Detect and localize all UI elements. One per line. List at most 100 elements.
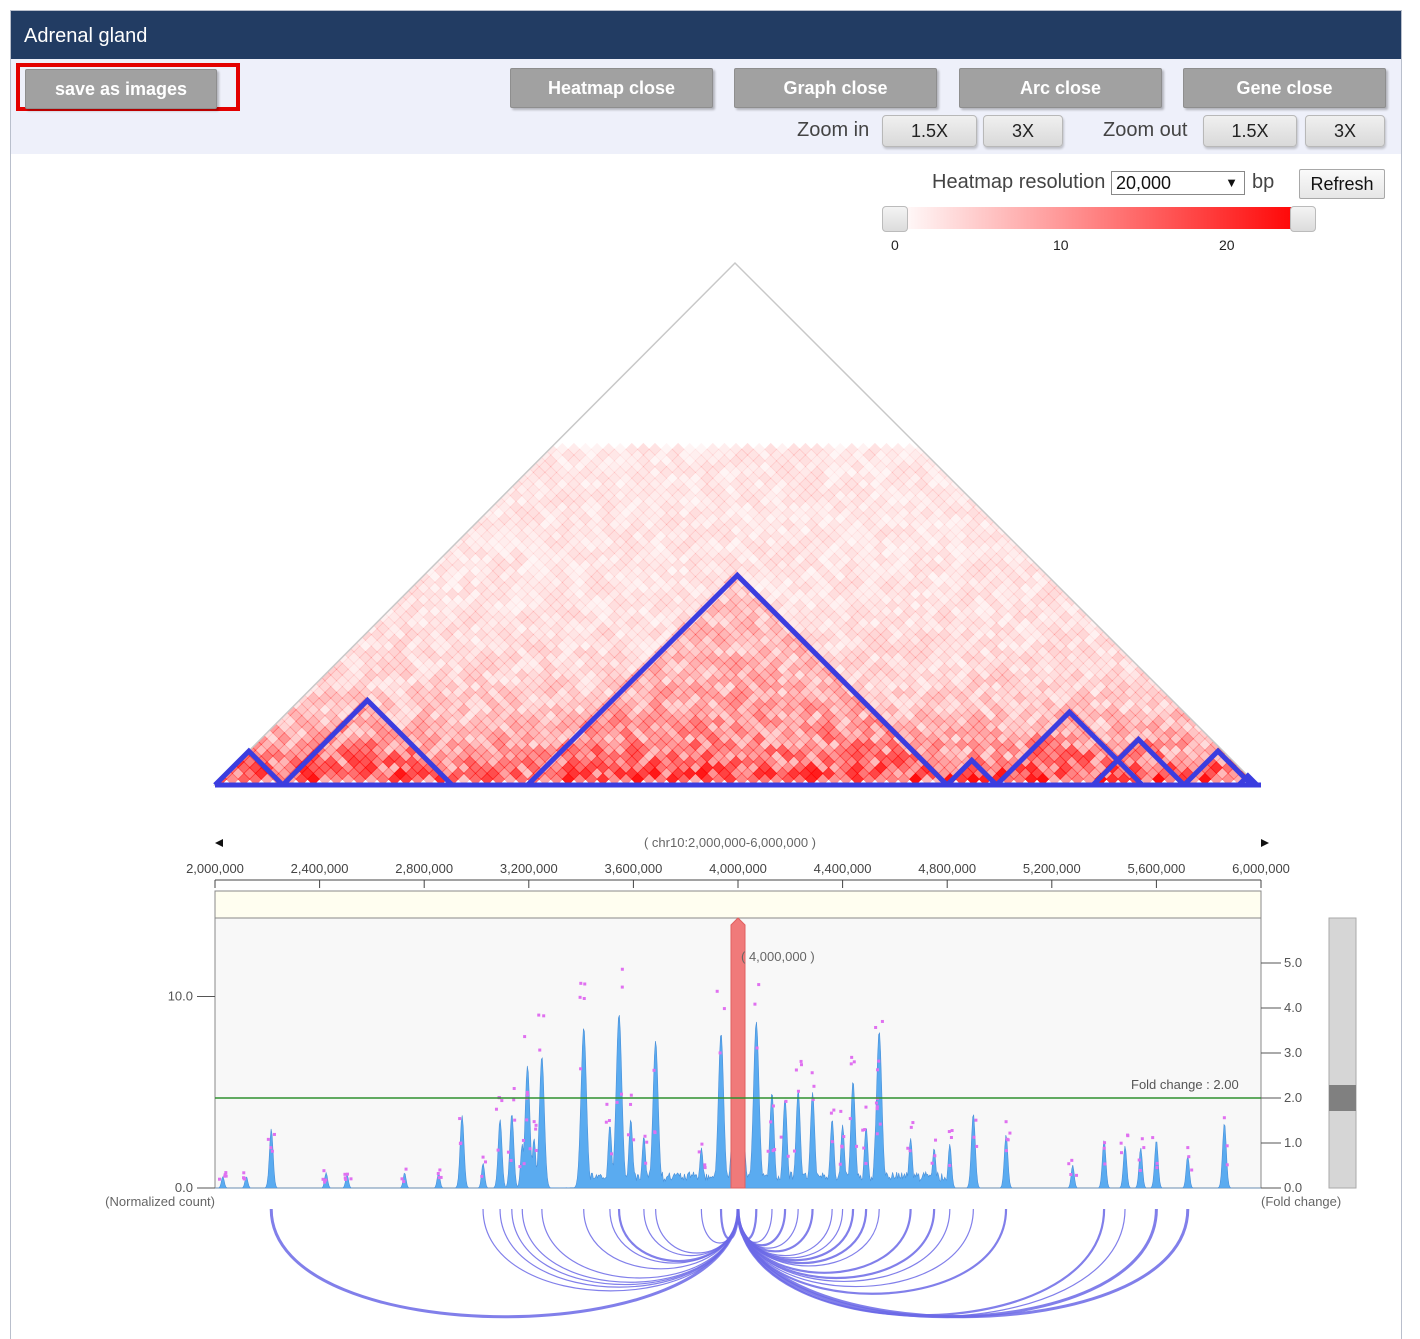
- fold-change-point: [242, 1171, 246, 1175]
- color-scale-slider[interactable]: [895, 207, 1305, 229]
- fold-change-point: [864, 1105, 868, 1109]
- fold-change-point: [243, 1177, 247, 1181]
- fold-change-point: [877, 1059, 881, 1063]
- fold-change-point: [855, 1144, 859, 1148]
- fold-change-point: [784, 1099, 788, 1103]
- fold-change-point: [786, 1154, 790, 1158]
- fold-change-point: [848, 1117, 852, 1121]
- fold-change-point: [1069, 1172, 1073, 1176]
- fold-change-point: [703, 1166, 707, 1170]
- fold-change-point: [878, 1122, 882, 1126]
- fold-change-point: [1075, 1173, 1079, 1177]
- fold-change-point: [875, 1132, 879, 1136]
- fold-change-point: [404, 1167, 408, 1171]
- heatmap-resolution-value: 20,000: [1116, 173, 1172, 193]
- scroll-right-icon[interactable]: [1261, 839, 1269, 847]
- zoom-in-3x-button[interactable]: 3X: [983, 115, 1063, 147]
- fold-change-point: [949, 1135, 953, 1139]
- threshold-label: Fold change : 2.00: [1131, 1077, 1239, 1092]
- fold-change-point: [643, 1134, 647, 1138]
- fold-change-point: [644, 1161, 648, 1165]
- gene-close-button[interactable]: Gene close: [1183, 68, 1386, 108]
- fold-change-point: [528, 1147, 532, 1151]
- fold-change-point: [1102, 1146, 1106, 1150]
- fold-change-point: [496, 1148, 500, 1152]
- fold-change-point: [909, 1125, 913, 1129]
- x-tick-label: 4,400,000: [814, 861, 872, 876]
- vertical-scrollbar[interactable]: [1328, 917, 1357, 1189]
- heatmap-close-button[interactable]: Heatmap close: [510, 68, 713, 108]
- fold-change-point: [1140, 1137, 1144, 1141]
- interaction-track: ( chr10:2,000,000-6,000,000 ) 2,000,000 2…: [105, 835, 1357, 1319]
- heatmap-resolution-select[interactable]: 20,000 ▼: [1111, 171, 1245, 195]
- fold-change-point: [604, 1120, 608, 1124]
- slider-max-handle[interactable]: [1290, 206, 1316, 232]
- fold-change-point: [512, 1087, 516, 1091]
- fold-change-point: [779, 1135, 783, 1139]
- zoom-out-1-5x-button[interactable]: 1.5X: [1203, 115, 1297, 147]
- fold-change-point: [1126, 1133, 1130, 1137]
- right-axis-label: 4.0: [1284, 1000, 1302, 1015]
- interaction-arc: [541, 1208, 739, 1279]
- zoom-in-1-5x-button[interactable]: 1.5X: [882, 115, 977, 147]
- fold-change-point: [1103, 1162, 1107, 1166]
- x-tick-label: 3,200,000: [500, 861, 558, 876]
- fold-change-point: [629, 1102, 633, 1106]
- fold-change-point: [272, 1132, 276, 1136]
- right-axis-title: (Fold change): [1261, 1194, 1341, 1209]
- zoom-in-label: Zoom in: [797, 119, 870, 141]
- heatmap-resolution-label: Heatmap resolution: [932, 171, 1106, 193]
- chevron-down-icon: ▼: [1225, 175, 1238, 190]
- fold-change-point: [863, 1128, 867, 1132]
- fold-change-point: [838, 1162, 842, 1166]
- fold-change-point: [223, 1173, 227, 1177]
- fold-change-point: [753, 1002, 757, 1006]
- fold-change-point: [509, 1158, 513, 1162]
- save-as-images-button[interactable]: save as images: [25, 69, 217, 109]
- fold-change-point: [799, 1059, 803, 1063]
- fold-change-point: [402, 1180, 406, 1184]
- graph-close-button[interactable]: Graph close: [734, 68, 937, 108]
- fold-change-point: [518, 1165, 522, 1169]
- refresh-button[interactable]: Refresh: [1299, 169, 1385, 199]
- fold-change-point: [874, 1101, 878, 1105]
- fold-change-point: [458, 1117, 462, 1121]
- fold-change-point: [773, 1148, 777, 1152]
- fold-change-point: [911, 1121, 915, 1125]
- x-tick-label: 3,600,000: [604, 861, 662, 876]
- fold-change-point: [880, 1019, 884, 1023]
- fold-change-point: [1138, 1168, 1142, 1172]
- fold-change-point: [974, 1118, 978, 1122]
- adrenal-gland-panel: Adrenal gland save as images Heatmap clo…: [10, 10, 1402, 1339]
- scrollbar-thumb[interactable]: [1329, 1085, 1356, 1111]
- fold-change-point: [930, 1161, 934, 1165]
- fold-change-point: [522, 1162, 526, 1166]
- interaction-arc: [482, 1208, 739, 1292]
- fold-change-point: [579, 1067, 583, 1071]
- arc-close-button[interactable]: Arc close: [959, 68, 1162, 108]
- x-tick-label: 5,600,000: [1127, 861, 1185, 876]
- right-axis-label: 2.0: [1284, 1090, 1302, 1105]
- fold-change-point: [500, 1099, 504, 1103]
- fold-change-point: [1187, 1155, 1191, 1159]
- slider-min-handle[interactable]: [882, 206, 908, 232]
- hic-heatmap: [213, 261, 1261, 788]
- scroll-left-icon[interactable]: [215, 839, 223, 847]
- fold-change-point: [850, 1055, 854, 1059]
- fold-change-point: [512, 1098, 516, 1102]
- fold-change-point: [534, 1148, 538, 1152]
- fold-change-point: [615, 1100, 619, 1104]
- fold-change-point: [266, 1137, 270, 1141]
- gene-track: [214, 890, 1262, 919]
- fold-change-point: [933, 1154, 937, 1158]
- fold-change-point: [1004, 1149, 1008, 1153]
- fold-change-point: [610, 1152, 614, 1156]
- fold-change-point: [839, 1109, 843, 1113]
- fold-change-point: [1142, 1146, 1146, 1150]
- fold-change-point: [757, 983, 761, 987]
- fold-change-point: [771, 1104, 775, 1108]
- panel-title: Adrenal gland: [11, 11, 1401, 59]
- fold-change-point: [324, 1178, 328, 1182]
- zoom-out-3x-button[interactable]: 3X: [1305, 115, 1385, 147]
- fold-change-point: [697, 1150, 701, 1154]
